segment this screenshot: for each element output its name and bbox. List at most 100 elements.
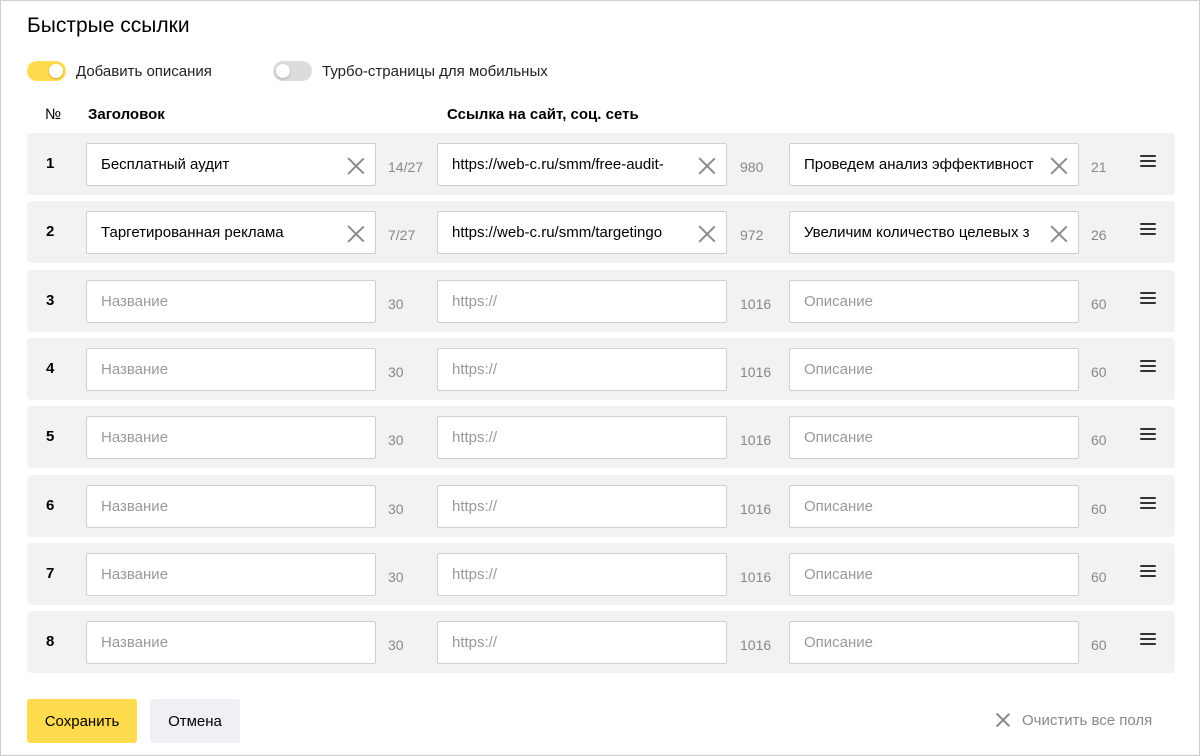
drag-handle-icon[interactable] [1140,428,1156,442]
link-input-value: https://web-c.ru/smm/targetingo [452,224,663,241]
toggle-label: Турбо-страницы для мобильных [322,62,548,80]
link-input-value: https://web-c.ru/smm/free-audit- [452,156,664,173]
description-input-value: Проведем анализ эффективност [804,156,1034,173]
link-char-counter: 980 [740,159,764,175]
title-input-placeholder: Название [101,634,169,651]
link-input[interactable]: https:// [437,553,727,596]
title-input[interactable]: Название [86,416,376,459]
link-input[interactable]: https:// [437,280,727,323]
row-number: 7 [46,565,55,582]
description-char-counter: 60 [1091,296,1107,312]
title-input-value: Бесплатный аудит [101,156,230,173]
clear-all-label: Очистить все поля [1022,711,1153,729]
description-char-counter: 21 [1091,159,1107,175]
toggle-descriptions[interactable]: Добавить описания [27,60,212,82]
link-input-placeholder: https:// [452,293,498,310]
description-char-counter: 26 [1091,227,1107,243]
description-input-placeholder: Описание [804,566,874,583]
description-input-placeholder: Описание [804,293,874,310]
link-char-counter: 1016 [740,296,772,312]
title-input[interactable]: Название [86,621,376,664]
close-icon[interactable] [347,156,365,174]
drag-handle-icon[interactable] [1140,633,1156,647]
description-input[interactable]: Описание [789,553,1079,596]
clear-all-button[interactable]: Очистить все поля [996,710,1152,730]
table-row: 7 Название 30 https:// 1016 Описание 60 [27,543,1175,605]
title-char-counter: 30 [388,364,404,380]
description-input[interactable]: Описание [789,416,1079,459]
link-input[interactable]: https:// [437,348,727,391]
description-input[interactable]: Описание [789,280,1079,323]
description-input[interactable]: Описание [789,348,1079,391]
title-input[interactable]: Бесплатный аудит [86,143,376,186]
description-input-placeholder: Описание [804,361,874,378]
drag-handle-icon[interactable] [1140,155,1156,169]
table-row: 1 Бесплатный аудит 14/27 https://web-c.ru/s… [27,133,1175,195]
link-input-placeholder: https:// [452,634,498,651]
close-icon [996,713,1010,727]
table-row: 4 Название 30 https:// 1016 Описание 60 [27,338,1175,400]
description-input-placeholder: Описание [804,498,874,515]
toggle-switch-turbo[interactable] [273,61,312,81]
title-input[interactable]: Таргетированная реклама [86,211,376,254]
table-row: 2 Таргетированная реклама 7/27 https://web-… [27,201,1175,263]
row-number: 8 [46,633,55,650]
description-input-value: Увеличим количество целевых з [804,224,1030,241]
title-char-counter: 30 [388,637,404,653]
description-input-placeholder: Описание [804,634,874,651]
table-row: 3 Название 30 https:// 1016 Описание 60 [27,270,1175,332]
column-header-title: Заголовок [88,106,165,123]
title-char-counter: 14/27 [388,159,424,175]
drag-handle-icon[interactable] [1140,497,1156,511]
title-input-placeholder: Название [101,566,169,583]
title-input-value: Таргетированная реклама [101,224,284,241]
link-input-placeholder: https:// [452,429,498,446]
link-input[interactable]: https:// [437,485,727,528]
row-number: 4 [46,360,55,377]
link-input[interactable]: https://web-c.ru/smm/targetingo [437,211,727,254]
close-icon[interactable] [698,156,716,174]
link-input[interactable]: https:// [437,416,727,459]
table-row: 5 Название 30 https:// 1016 Описание 60 [27,406,1175,468]
description-input[interactable]: Описание [789,485,1079,528]
drag-handle-icon[interactable] [1140,223,1156,237]
link-char-counter: 1016 [740,569,772,585]
close-icon[interactable] [698,224,716,242]
toggle-switch-descriptions[interactable] [27,61,66,81]
title-input[interactable]: Название [86,280,376,323]
description-char-counter: 60 [1091,637,1107,653]
link-char-counter: 1016 [740,432,772,448]
drag-handle-icon[interactable] [1140,292,1156,306]
title-input[interactable]: Название [86,553,376,596]
close-icon[interactable] [347,224,365,242]
description-char-counter: 60 [1091,569,1107,585]
column-header-number: № [45,106,62,123]
drag-handle-icon[interactable] [1140,565,1156,579]
title-input[interactable]: Название [86,348,376,391]
page-title: Быстрые ссылки [27,14,190,37]
description-input[interactable]: Увеличим количество целевых з [789,211,1079,254]
description-input[interactable]: Проведем анализ эффективност [789,143,1079,186]
title-char-counter: 7/27 [388,227,416,243]
cancel-button[interactable]: Отмена [150,699,240,743]
close-icon[interactable] [1050,224,1068,242]
link-input-placeholder: https:// [452,361,498,378]
link-char-counter: 1016 [740,364,772,380]
link-char-counter: 972 [740,227,764,243]
description-char-counter: 60 [1091,501,1107,517]
link-input[interactable]: https://web-c.ru/smm/free-audit- [437,143,727,186]
close-icon[interactable] [1050,156,1068,174]
description-char-counter: 60 [1091,432,1107,448]
row-number: 3 [46,292,55,309]
table-row: 6 Название 30 https:// 1016 Описание 60 [27,475,1175,537]
description-input[interactable]: Описание [789,621,1079,664]
toggle-label: Добавить описания [76,62,212,80]
link-input-placeholder: https:// [452,566,498,583]
title-input[interactable]: Название [86,485,376,528]
link-input[interactable]: https:// [437,621,727,664]
drag-handle-icon[interactable] [1140,360,1156,374]
toggle-turbo-pages[interactable]: Турбо-страницы для мобильных [273,60,548,82]
save-button[interactable]: Сохранить [27,699,137,743]
row-number: 2 [46,223,55,240]
row-number: 5 [46,428,55,445]
